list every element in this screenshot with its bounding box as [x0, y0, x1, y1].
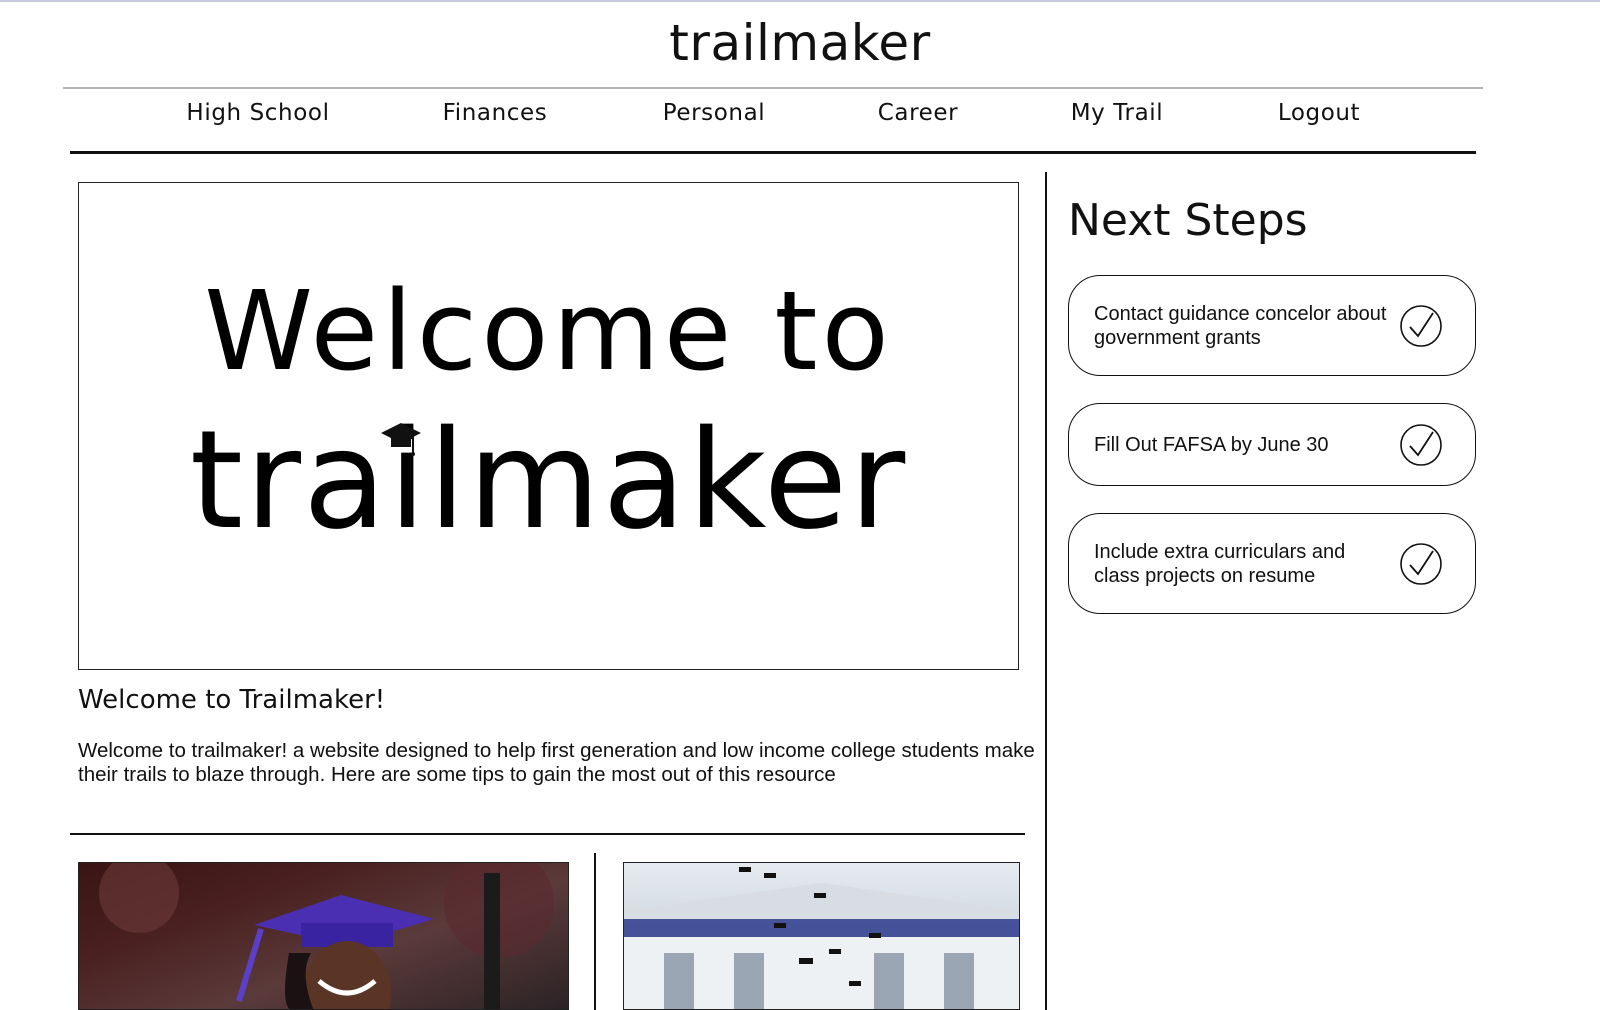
next-steps-heading: Next Steps — [1068, 195, 1308, 246]
nav-item-high-school[interactable]: High School — [186, 100, 329, 126]
cards-divider — [594, 853, 596, 1010]
main-nav: High School Finances Personal Career My … — [0, 100, 1600, 140]
check-circle-icon[interactable] — [1399, 423, 1443, 467]
next-step-card-2[interactable]: Fill Out FAFSA by June 30 — [1068, 403, 1476, 486]
nav-divider — [70, 151, 1476, 154]
nav-item-logout[interactable]: Logout — [1278, 100, 1360, 126]
campus-photo — [623, 862, 1020, 1010]
section-divider — [70, 833, 1025, 835]
top-border — [0, 0, 1600, 2]
welcome-description: Welcome to trailmaker! a website designe… — [78, 739, 1035, 786]
next-step-card-1[interactable]: Contact guidance concelor about governme… — [1068, 275, 1476, 376]
graduate-photo — [78, 862, 569, 1010]
hero-banner: Welcome to trailmaker — [78, 182, 1019, 670]
logo-divider — [63, 87, 1483, 89]
nav-item-my-trail[interactable]: My Trail — [1071, 100, 1164, 126]
graduate-illustration — [99, 863, 554, 1009]
next-step-text: Fill Out FAFSA by June 30 — [1094, 433, 1329, 456]
column-divider — [1045, 172, 1047, 1010]
site-logo[interactable]: trailmaker — [0, 10, 1600, 76]
check-circle-icon[interactable] — [1399, 542, 1443, 586]
welcome-heading: Welcome to Trailmaker! — [78, 685, 386, 715]
nav-item-career[interactable]: Career — [878, 100, 958, 126]
nav-item-personal[interactable]: Personal — [663, 100, 766, 126]
nav-item-finances[interactable]: Finances — [443, 100, 548, 126]
hero-heading-line1: Welcome to — [204, 267, 893, 395]
campus-illustration — [624, 867, 1019, 1009]
hero-heading-line2: trailmaker — [189, 402, 908, 560]
next-step-text: Contact guidance concelor about governme… — [1094, 302, 1387, 349]
graduation-cap-icon — [381, 423, 421, 456]
check-circle-icon[interactable] — [1399, 304, 1443, 348]
next-step-text: Include extra curriculars and class proj… — [1094, 540, 1346, 587]
next-step-card-3[interactable]: Include extra curriculars and class proj… — [1068, 513, 1476, 614]
